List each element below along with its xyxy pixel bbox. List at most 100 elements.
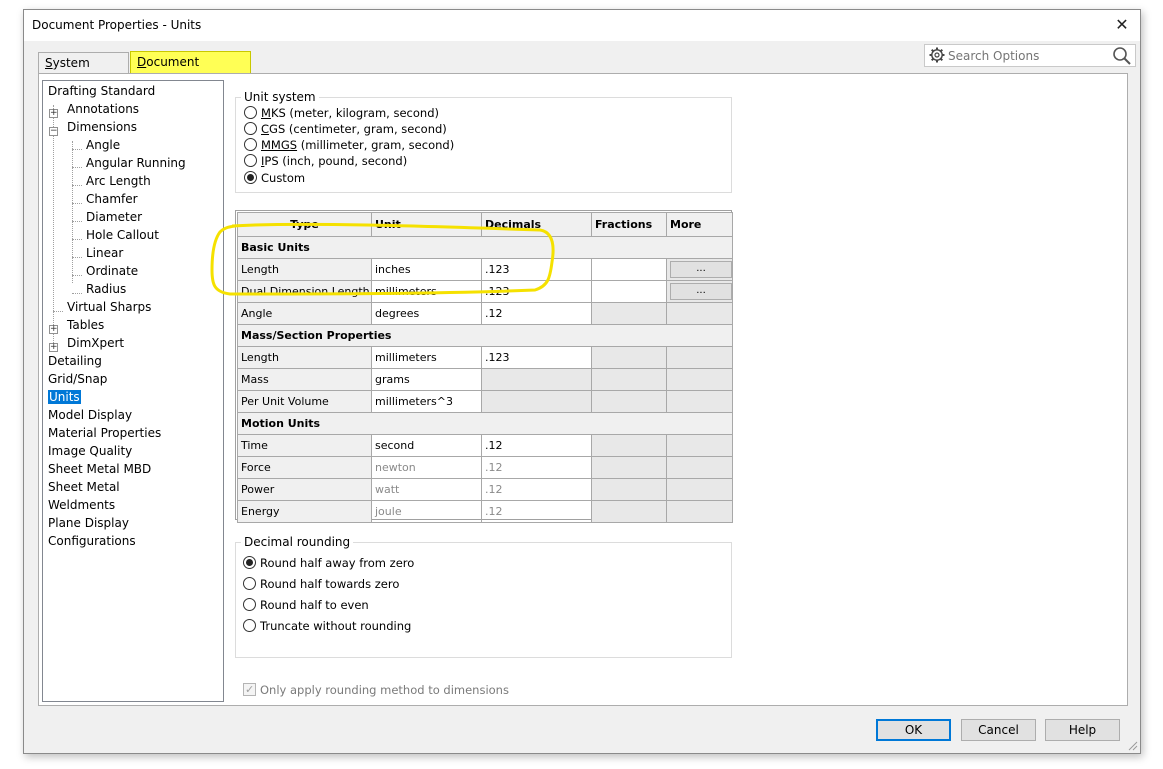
cell-decimals[interactable]: .12 [481, 302, 592, 325]
tree-item-detailing[interactable]: Detailing [48, 353, 102, 370]
tree-item-linear[interactable]: Linear [86, 245, 123, 262]
radio-mks[interactable]: MKS (meter, kilogram, second) [244, 106, 439, 122]
tree-expander-dimxpert[interactable]: + [49, 343, 58, 352]
only-apply-rounding-label: Only apply rounding method to dimensions [260, 683, 509, 697]
radio-round-half-even-circle[interactable] [243, 598, 256, 611]
tree-item-label: Model Display [48, 408, 133, 422]
tree-item-drafting-standard[interactable]: Drafting Standard [48, 83, 155, 100]
tree-item-arc-length[interactable]: Arc Length [86, 173, 151, 190]
tree-item-model-display[interactable]: Model Display [48, 407, 132, 424]
ok-button[interactable]: OK [876, 719, 951, 741]
radio-truncate-circle[interactable] [243, 619, 256, 632]
cell-decimals[interactable]: .123 [481, 346, 592, 369]
cell-type: Length [237, 258, 372, 281]
tree-branch [72, 239, 82, 240]
search-input[interactable] [946, 47, 1106, 64]
checkbox-box [243, 682, 256, 697]
tree-expander-tables[interactable]: + [49, 325, 58, 334]
search-options-box[interactable] [924, 44, 1136, 67]
cancel-button[interactable]: Cancel [961, 719, 1036, 741]
cell-decimals: .12 [481, 456, 592, 479]
cell-decimals: .12 [481, 478, 592, 501]
radio-cgs-circle[interactable] [244, 122, 257, 135]
cell-unit[interactable]: millimeters [371, 346, 482, 369]
tree-item-sheet-metal[interactable]: Sheet Metal [48, 479, 120, 496]
tree-item-sheet-metal-mbd[interactable]: Sheet Metal MBD [48, 461, 151, 478]
cell-fractions[interactable] [591, 280, 667, 303]
tree-expander-dimensions[interactable]: − [49, 127, 58, 136]
tree-item-virtual-sharps[interactable]: Virtual Sharps [67, 299, 151, 316]
tree-item-label: Detailing [48, 354, 102, 368]
more-button[interactable]: ... [670, 283, 732, 300]
tree-item-label: Drafting Standard [48, 84, 156, 98]
tree-item-ordinate[interactable]: Ordinate [86, 263, 138, 280]
cell-unit[interactable]: grams [371, 368, 482, 391]
help-button[interactable]: Help [1045, 719, 1120, 741]
tree-item-chamfer[interactable]: Chamfer [86, 191, 138, 208]
cell-type: Time [237, 434, 372, 457]
tree-item-hole-callout[interactable]: Hole Callout [86, 227, 159, 244]
cell-fractions[interactable] [591, 258, 667, 281]
radio-round-half-even[interactable]: Round half to even [243, 598, 369, 614]
tree-item-weldments[interactable]: Weldments [48, 497, 115, 514]
radio-round-half-towards[interactable]: Round half towards zero [243, 577, 399, 593]
radio-ips[interactable]: IPS (inch, pound, second) [244, 154, 407, 170]
radio-mmgs-circle[interactable] [244, 138, 257, 151]
tab-document-properties[interactable]: Document Properties [130, 51, 251, 90]
cell-decimals[interactable]: .123 [481, 258, 592, 281]
tree-item-diameter[interactable]: Diameter [86, 209, 142, 226]
radio-ips-circle[interactable] [244, 154, 257, 167]
tree-item-material-properties[interactable]: Material Properties [48, 425, 161, 442]
tree-item-label: DimXpert [67, 336, 125, 350]
tree-item-angular-running[interactable]: Angular Running [86, 155, 186, 172]
radio-truncate[interactable]: Truncate without rounding [243, 619, 411, 635]
cell-unit[interactable]: degrees [371, 302, 482, 325]
tree-item-configurations[interactable]: Configurations [48, 533, 136, 550]
tree-item-image-quality[interactable]: Image Quality [48, 443, 132, 460]
tree-item-angle[interactable]: Angle [86, 137, 120, 154]
radio-round-half-away[interactable]: Round half away from zero [243, 556, 414, 572]
tree-item-radius[interactable]: Radius [86, 281, 126, 298]
resize-grip-icon[interactable] [1126, 739, 1138, 751]
tree-item-label: Image Quality [48, 444, 133, 458]
cell-type: Mass [237, 368, 372, 391]
tab-system-options-mnemonic: S [45, 56, 53, 70]
tree-item-dimxpert[interactable]: DimXpert [67, 335, 124, 352]
radio-ips-label: PS (inch, pound, second) [264, 154, 408, 168]
cell-unit[interactable]: second [371, 434, 482, 457]
search-icon[interactable] [1112, 46, 1132, 66]
gear-icon[interactable] [929, 46, 945, 64]
tab-system-options[interactable]: System Options [38, 52, 129, 91]
cell-more: ... [666, 280, 733, 303]
cell-unit[interactable]: inches [371, 258, 482, 281]
radio-custom[interactable]: Custom [244, 171, 305, 187]
cell-unit: joule [371, 500, 482, 523]
more-button[interactable]: ... [670, 261, 732, 278]
radio-mks-circle[interactable] [244, 106, 257, 119]
tree-item-tables[interactable]: Tables [67, 317, 104, 334]
tree-item-label: Configurations [48, 534, 136, 548]
tree-expander-annotations[interactable]: + [49, 109, 58, 118]
tree-item-annotations[interactable]: Annotations [67, 101, 139, 118]
cell-unit[interactable]: millimeters [371, 280, 482, 303]
tree-item-grid-snap[interactable]: Grid/Snap [48, 371, 107, 388]
close-icon[interactable]: ✕ [1110, 14, 1134, 36]
radio-round-half-towards-circle[interactable] [243, 577, 256, 590]
tree-item-label: Sheet Metal MBD [48, 462, 152, 476]
tree-item-label: Ordinate [86, 264, 139, 278]
cell-more [666, 478, 733, 501]
radio-mmgs[interactable]: MMGS (millimeter, gram, second) [244, 138, 454, 154]
radio-round-half-away-circle[interactable] [243, 556, 256, 569]
cell-type: Per Unit Volume [237, 390, 372, 413]
radio-cgs[interactable]: CGS (centimeter, gram, second) [244, 122, 447, 138]
cell-type: Power [237, 478, 372, 501]
tree-item-plane-display[interactable]: Plane Display [48, 515, 129, 532]
cell-decimals[interactable]: .12 [481, 434, 592, 457]
tree-item-units[interactable]: Units [48, 389, 81, 406]
cell-more [666, 456, 733, 479]
cell-decimals[interactable]: .123 [481, 280, 592, 303]
cell-unit[interactable]: millimeters^3 [371, 390, 482, 413]
radio-custom-circle[interactable] [244, 171, 257, 184]
tree-item-dimensions[interactable]: Dimensions [67, 119, 137, 136]
options-tree[interactable]: + − + + Drafting Standard Annotations Di… [42, 80, 224, 702]
